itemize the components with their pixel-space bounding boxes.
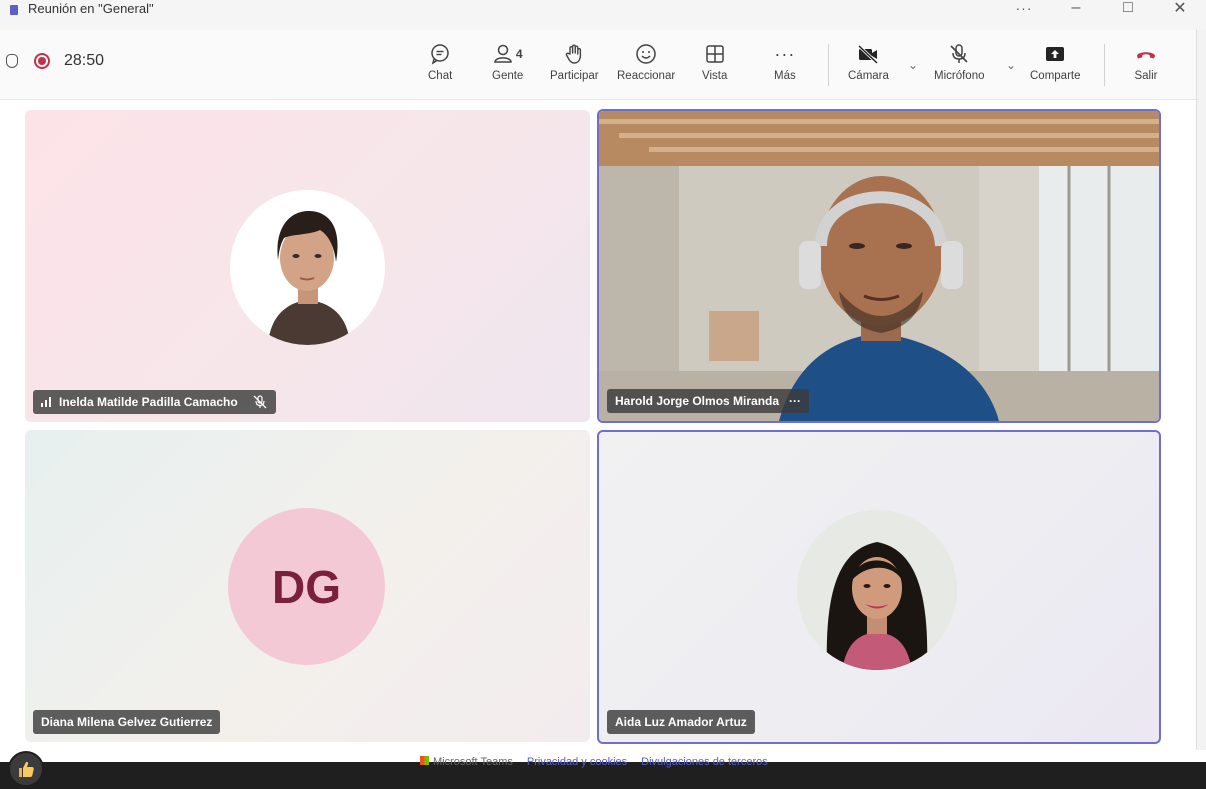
third-party-link[interactable]: Divulgaciones de terceros	[641, 756, 768, 768]
window-more-button[interactable]: ···	[998, 0, 1050, 16]
shield-icon	[6, 54, 18, 68]
chat-button[interactable]: Chat	[428, 40, 452, 92]
more-button[interactable]: ··· Más	[774, 40, 796, 92]
share-screen-icon	[1044, 40, 1066, 68]
maximize-button[interactable]: □	[1102, 0, 1154, 17]
window-controls: ··· – □ ✕	[998, 0, 1206, 30]
camera-options-chevron-icon[interactable]: ⌄	[908, 58, 918, 72]
people-icon: 4	[493, 40, 523, 68]
people-label: Gente	[492, 70, 524, 82]
thumbs-up-icon	[19, 761, 34, 777]
participant-tile[interactable]: DG Diana Milena Gelvez Gutierrez	[25, 430, 590, 742]
window-titlebar: Reunión en "General" ··· – □ ✕	[0, 0, 1206, 30]
signal-icon	[41, 397, 51, 407]
participant-initials-avatar: DG	[228, 508, 385, 665]
view-button[interactable]: Vista	[702, 40, 727, 92]
mic-muted-icon	[253, 395, 267, 409]
view-label: Vista	[702, 70, 728, 82]
camera-off-icon	[856, 40, 880, 68]
window-title: Reunión en "General"	[28, 0, 154, 16]
camera-button[interactable]: Cámara	[848, 40, 889, 92]
participant-video-feed	[599, 111, 1159, 421]
privacy-link[interactable]: Privacidad y cookies	[527, 756, 627, 768]
participant-tile[interactable]: Inelda Matilde Padilla Camacho	[25, 110, 590, 422]
participant-avatar	[230, 190, 385, 345]
raise-hand-label: Participar	[550, 70, 599, 82]
meeting-toolbar: 28:50 Chat 4 Gente Participar Reaccionar	[0, 30, 1206, 100]
reaction-button[interactable]	[8, 751, 44, 787]
participant-name: Inelda Matilde Padilla Camacho	[59, 395, 238, 409]
grid-view-icon	[704, 40, 726, 68]
camera-label: Cámara	[848, 70, 889, 82]
window-right-edge	[1196, 30, 1206, 750]
people-button[interactable]: 4 Gente	[492, 40, 523, 92]
microphone-label: Micrófono	[934, 70, 985, 82]
more-label: Más	[774, 70, 796, 82]
leave-button[interactable]: Salir	[1134, 40, 1158, 92]
meeting-timer: 28:50	[64, 52, 105, 69]
participant-name-tag: Inelda Matilde Padilla Camacho	[33, 390, 276, 414]
chat-label: Chat	[428, 70, 453, 82]
share-button[interactable]: Comparte	[1030, 40, 1081, 92]
participant-initials: DG	[272, 560, 341, 613]
participant-video-tile[interactable]: Harold Jorge Olmos Miranda ···	[597, 109, 1161, 423]
raise-hand-button[interactable]: Participar	[550, 40, 599, 92]
microsoft-logo-icon	[420, 756, 429, 765]
minimize-button[interactable]: –	[1050, 0, 1102, 17]
participant-avatar	[797, 510, 957, 670]
emoji-icon	[635, 40, 657, 68]
people-count: 4	[515, 47, 523, 61]
more-icon: ···	[774, 43, 796, 64]
participant-tile[interactable]: Aida Luz Amador Artuz	[597, 430, 1161, 744]
close-button[interactable]: ✕	[1154, 0, 1206, 18]
mic-off-icon	[948, 40, 970, 68]
participant-name: Aida Luz Amador Artuz	[615, 715, 747, 729]
leave-label: Salir	[1134, 70, 1158, 82]
participant-more-icon[interactable]: ···	[789, 394, 801, 408]
hang-up-icon	[1134, 40, 1158, 68]
chat-icon	[429, 40, 451, 68]
footer-app: Microsoft Teams	[420, 756, 513, 768]
toolbar-divider	[1104, 44, 1105, 86]
participant-name: Diana Milena Gelvez Gutierrez	[41, 715, 213, 729]
footer-links: Microsoft Teams Privacidad y cookies Div…	[420, 756, 768, 768]
participant-name: Harold Jorge Olmos Miranda	[615, 394, 780, 408]
share-label: Comparte	[1030, 70, 1081, 82]
teams-app-icon	[10, 5, 18, 15]
participant-name-tag: Aida Luz Amador Artuz	[607, 710, 755, 734]
microphone-button[interactable]: Micrófono	[934, 40, 985, 92]
participant-name-tag: Diana Milena Gelvez Gutierrez	[33, 710, 221, 734]
recording-icon	[34, 53, 50, 69]
footer-app-label: Microsoft Teams	[433, 756, 513, 768]
react-button[interactable]: Reaccionar	[617, 40, 675, 92]
meeting-status: 28:50	[6, 52, 104, 70]
react-label: Reaccionar	[617, 70, 676, 82]
hand-icon	[563, 40, 585, 68]
toolbar-divider	[828, 44, 829, 86]
participant-name-tag: Harold Jorge Olmos Miranda ···	[607, 389, 810, 413]
mic-options-chevron-icon[interactable]: ⌄	[1006, 58, 1016, 72]
